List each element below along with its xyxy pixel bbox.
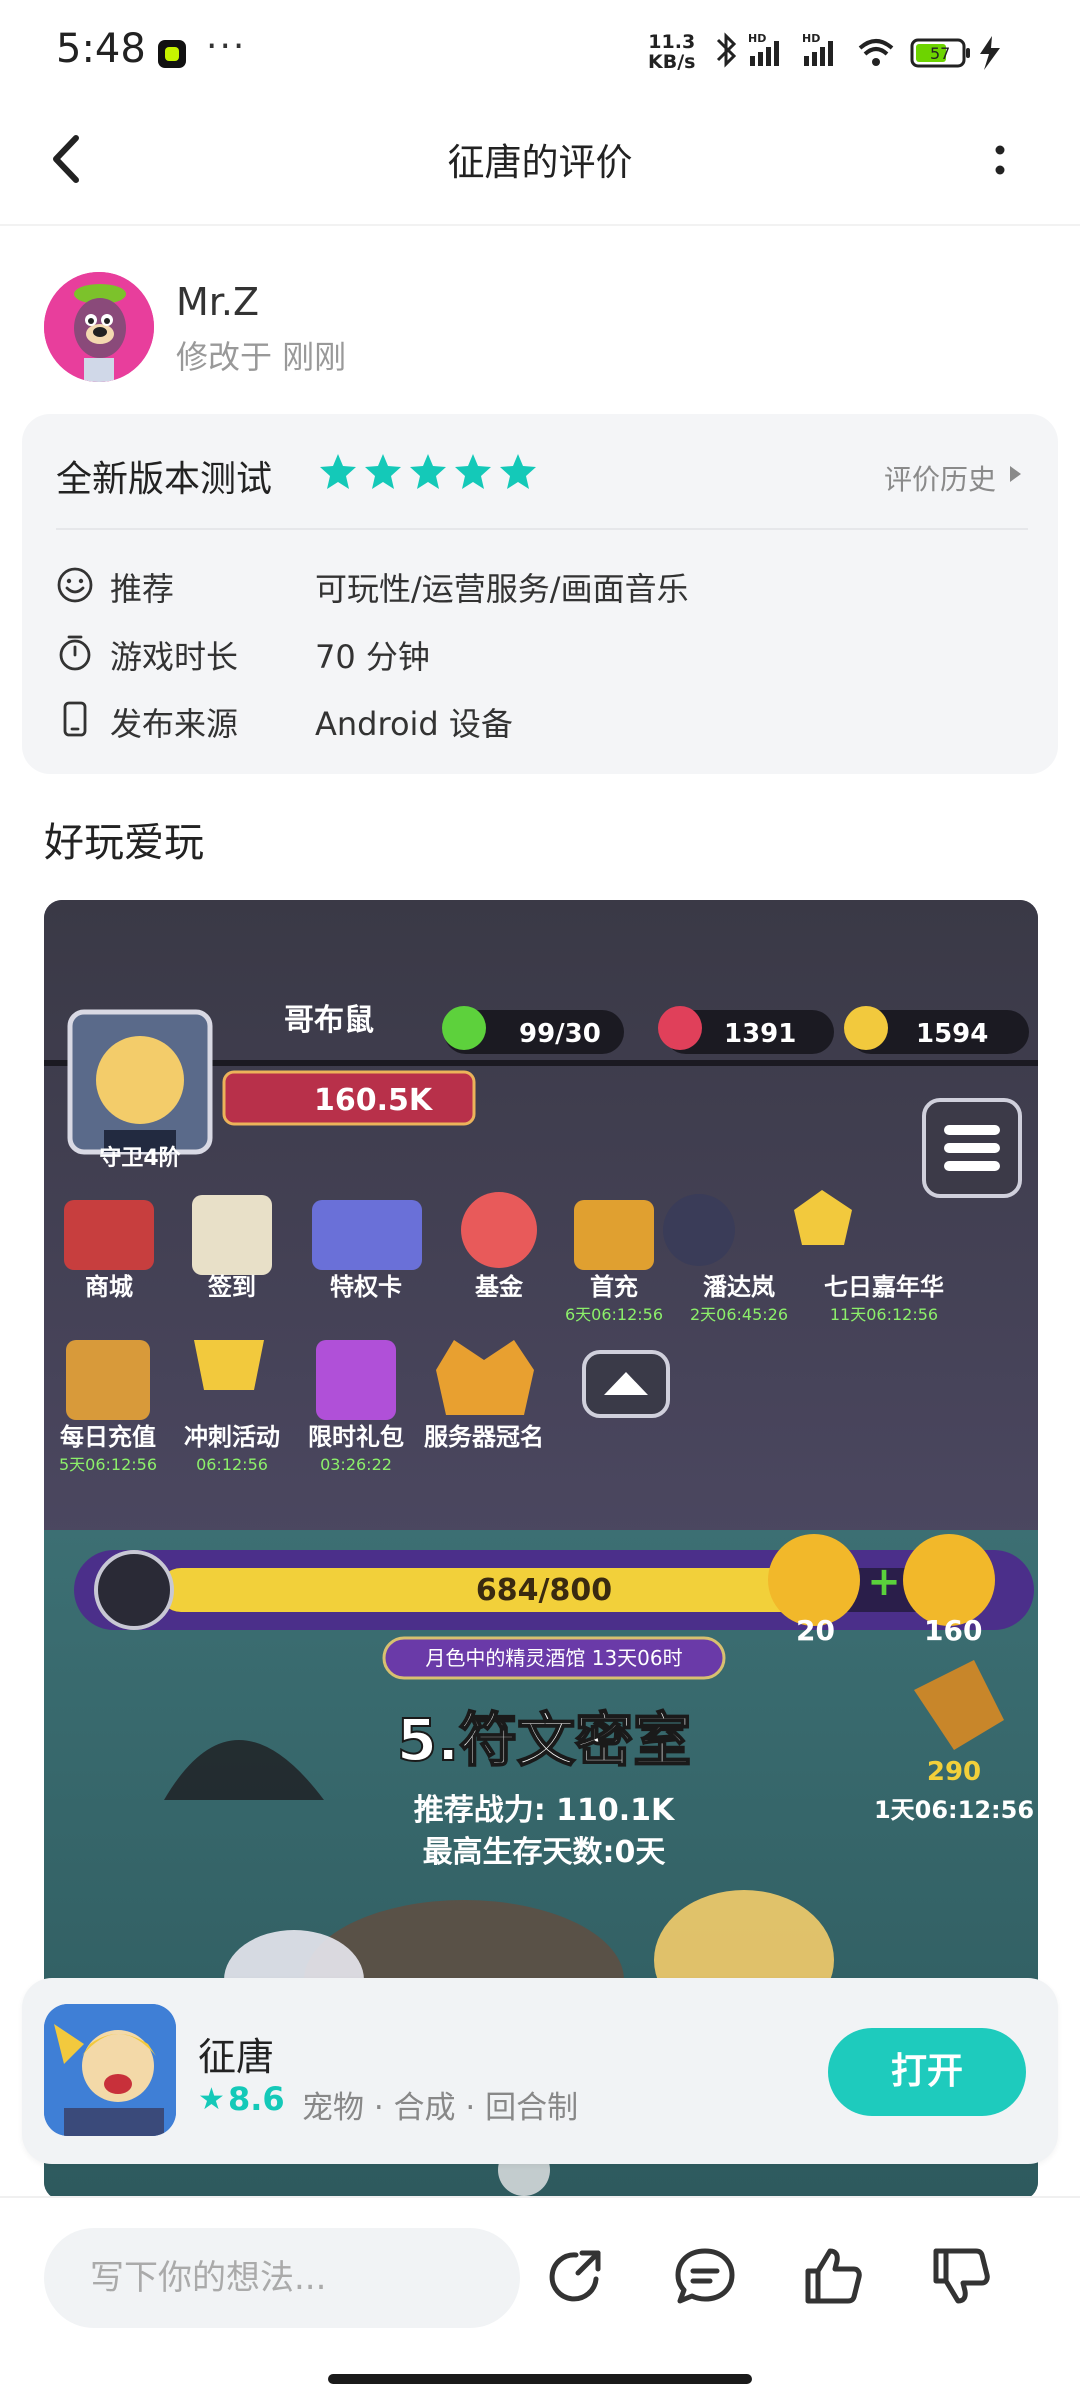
app-score: 8.6 (228, 2080, 285, 2118)
more-vertical-icon[interactable] (990, 140, 1010, 180)
notification-app-icon (158, 40, 186, 68)
svg-text:684/800: 684/800 (476, 1573, 612, 1608)
svg-text:1594: 1594 (916, 1019, 988, 1049)
comment-input[interactable] (44, 2228, 520, 2328)
edit-time: 修改于 刚刚 (176, 338, 347, 376)
status-bar: 5:48 ··· 11.3 KB/s HD HD 57 (0, 0, 1080, 100)
svg-text:限时礼包: 限时礼包 (308, 1423, 404, 1451)
page-title: 征唐的评价 (447, 141, 633, 184)
svg-text:1391: 1391 (724, 1019, 796, 1049)
star-icon (410, 454, 446, 489)
star-icon (365, 454, 401, 489)
star-icon (500, 454, 536, 489)
review-title: 全新版本测试 (56, 459, 273, 500)
wifi-icon (858, 39, 894, 66)
svg-text:+: + (867, 1559, 901, 1605)
svg-text:5天06:12:56: 5天06:12:56 (59, 1455, 157, 1474)
thumbs-down-icon[interactable] (928, 2243, 994, 2309)
share-icon[interactable] (544, 2243, 610, 2309)
svg-text:最高生存天数:0天: 最高生存天数:0天 (423, 1835, 666, 1870)
svg-text:冲刺活动: 冲刺活动 (184, 1423, 280, 1451)
app-icon[interactable] (44, 2004, 176, 2136)
svg-text:5.符文密室: 5.符文密室 (397, 1706, 691, 1774)
svg-text:首充: 首充 (590, 1273, 638, 1301)
svg-text:守卫4阶: 守卫4阶 (99, 1145, 181, 1171)
source-label: 发布来源 (110, 705, 239, 743)
svg-text:99/30: 99/30 (519, 1019, 601, 1049)
smile-icon (57, 567, 93, 603)
signal-icon-1: HD (748, 32, 779, 66)
app-icon-art (44, 2004, 176, 2136)
open-app-button[interactable]: 打开 (828, 2028, 1026, 2116)
source-value: Android 设备 (315, 705, 513, 743)
charging-icon (980, 36, 1000, 70)
svg-text:06:12:56: 06:12:56 (196, 1455, 268, 1474)
home-indicator[interactable] (328, 2374, 752, 2384)
card-divider (56, 528, 1028, 530)
svg-text:月色中的精灵酒馆 13天06时: 月色中的精灵酒馆 13天06时 (425, 1646, 682, 1670)
svg-text:潘达岚: 潘达岚 (703, 1273, 775, 1301)
svg-text:20: 20 (796, 1614, 835, 1647)
timer-icon (59, 635, 91, 671)
star-icon (455, 454, 491, 489)
status-icons: HD HD 57 (716, 32, 1000, 70)
thumbs-up-icon[interactable] (800, 2243, 866, 2309)
star-icon (320, 454, 356, 489)
playtime-label: 游戏时长 (110, 638, 239, 676)
more-notifications-icon: ··· (206, 26, 247, 67)
avatar-image (44, 272, 154, 382)
svg-text:商城: 商城 (85, 1273, 133, 1301)
network-speed-unit: KB/s (648, 51, 696, 73)
svg-text:1天06:12:56: 1天06:12:56 (874, 1796, 1034, 1824)
svg-text:特权卡: 特权卡 (330, 1273, 402, 1301)
network-speed-value: 11.3 (648, 31, 696, 53)
signal-icon-2: HD (802, 32, 833, 66)
phone-icon (63, 701, 87, 737)
battery-icon: 57 (910, 38, 970, 68)
network-speed: 11.3 KB/s (648, 32, 695, 72)
svg-text:2天06:45:26: 2天06:45:26 (690, 1305, 788, 1324)
svg-text:服务器冠名: 服务器冠名 (424, 1423, 544, 1451)
avatar[interactable] (44, 272, 154, 382)
svg-text:290: 290 (927, 1757, 981, 1787)
author-name[interactable]: Mr.Z (176, 280, 259, 324)
review-body-text: 好玩爱玩 (44, 820, 204, 866)
svg-text:七日嘉年华: 七日嘉年华 (824, 1273, 944, 1301)
svg-text:每日充值: 每日充值 (60, 1423, 156, 1451)
star-icon: ★ (198, 2082, 225, 2117)
header-divider (0, 224, 1080, 226)
playtime-value: 70 分钟 (315, 638, 430, 676)
star-rating (318, 452, 538, 496)
svg-text:HD: HD (748, 32, 766, 45)
app-name: 征唐 (198, 2035, 275, 2079)
svg-text:基金: 基金 (475, 1273, 524, 1301)
comment-icon[interactable] (672, 2243, 738, 2309)
svg-text:160.5K: 160.5K (314, 1083, 434, 1118)
recommend-label: 推荐 (110, 570, 175, 608)
bluetooth-icon (716, 32, 737, 68)
app-tags: 宠物 · 合成 · 回合制 (302, 2090, 579, 2126)
svg-text:160: 160 (924, 1614, 982, 1647)
svg-text:HD: HD (802, 32, 820, 45)
recommend-value: 可玩性/运营服务/画面音乐 (315, 570, 689, 608)
svg-text:哥布鼠: 哥布鼠 (284, 1003, 374, 1038)
svg-text:03:26:22: 03:26:22 (320, 1455, 392, 1474)
svg-text:11天06:12:56: 11天06:12:56 (830, 1305, 938, 1324)
status-time: 5:48 (56, 26, 146, 72)
review-history-link[interactable]: 评价历史 (884, 458, 996, 498)
svg-text:签到: 签到 (207, 1273, 256, 1301)
svg-text:57: 57 (930, 44, 950, 63)
svg-text:6天06:12:56: 6天06:12:56 (565, 1305, 663, 1324)
chevron-right-icon[interactable] (1010, 466, 1021, 482)
svg-text:推荐战力: 110.1K: 推荐战力: 110.1K (414, 1793, 676, 1828)
